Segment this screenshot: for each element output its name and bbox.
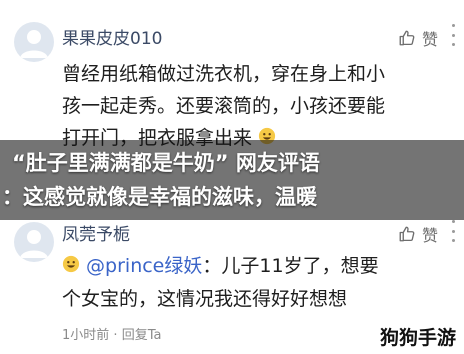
- more-icon[interactable]: [448, 220, 458, 242]
- thumbs-up-icon: [398, 29, 416, 47]
- like-button[interactable]: 赞: [398, 222, 438, 246]
- headline-line-1: “肚子里满满都是牛奶” 网友评语: [12, 151, 320, 175]
- like-button[interactable]: 赞: [398, 26, 438, 50]
- comment-username[interactable]: 果果皮皮010: [62, 24, 162, 49]
- avatar-icon[interactable]: [14, 222, 54, 262]
- comment-text-line: 孩一起走秀。还要滚筒的，小孩还要能: [62, 95, 386, 117]
- comment-username[interactable]: 凤莞予栀: [62, 220, 130, 245]
- thumbs-up-icon: [398, 225, 416, 243]
- comment-time: 1小时前: [62, 328, 110, 343]
- comment-meta: 1小时前 · 回复Ta: [62, 324, 161, 343]
- headline-line-2: ：这感觉就像是幸福的滋味，温暖: [2, 185, 317, 209]
- comment-text-segment: ：儿子11岁了，想要: [202, 255, 379, 277]
- like-label: 赞: [421, 226, 438, 245]
- comment-card-1: 果果皮皮010 赞 曾经用纸箱做过洗衣机，穿在身上和小 孩一起走秀。还要滚筒的，…: [0, 0, 464, 149]
- comment-text-line: 曾经用纸箱做过洗衣机，穿在身上和小: [62, 63, 386, 85]
- like-label: 赞: [421, 30, 438, 49]
- avatar-icon[interactable]: [14, 22, 54, 62]
- meta-separator: ·: [113, 328, 122, 343]
- grin-emoji-icon: [62, 251, 80, 283]
- headline-banner: “肚子里满满都是牛奶” 网友评语 ：这感觉就像是幸福的滋味，温暖: [0, 140, 464, 220]
- mention-link[interactable]: @prince绿妖: [86, 255, 202, 277]
- comment-text-line: 个女宝的，这情况我还得好好想想: [62, 287, 348, 310]
- comment-text-line: @prince绿妖：儿子11岁了，想要: [62, 250, 446, 283]
- site-watermark: 狗狗手游: [377, 323, 458, 350]
- comment-text: @prince绿妖：儿子11岁了，想要 个女宝的，这情况我还得好好想想: [62, 250, 446, 315]
- reply-button[interactable]: 回复Ta: [122, 328, 162, 343]
- more-icon[interactable]: [448, 24, 458, 46]
